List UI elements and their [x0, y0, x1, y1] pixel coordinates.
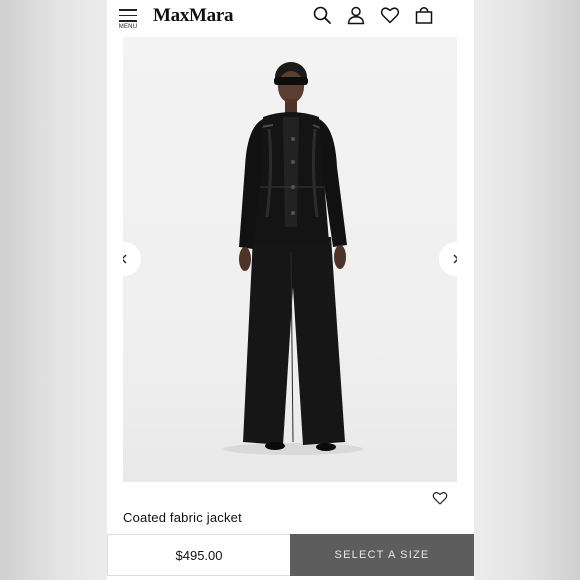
purchase-bar: $495.00 SELECT A SIZE — [107, 534, 474, 576]
hamburger-icon-line — [119, 14, 137, 16]
wishlist-icon[interactable] — [380, 5, 400, 25]
product-page: MENU MaxMara Coated fabric jacket $495.0… — [107, 0, 474, 580]
account-icon[interactable] — [346, 5, 366, 25]
heart-outline-icon — [432, 491, 448, 505]
site-header: MENU MaxMara — [107, 0, 474, 34]
menu-button[interactable]: MENU — [117, 9, 139, 33]
hamburger-icon — [119, 9, 137, 11]
add-to-wishlist-button[interactable] — [432, 490, 448, 506]
brand-logo[interactable]: MaxMara — [153, 5, 234, 27]
chevron-right-icon — [453, 254, 457, 264]
search-icon[interactable] — [312, 5, 332, 25]
shopping-bag-icon[interactable] — [414, 5, 434, 25]
product-price: $495.00 — [107, 534, 290, 576]
product-name: Coated fabric jacket — [123, 510, 242, 525]
model-photo — [223, 62, 363, 455]
product-image[interactable] — [123, 37, 457, 482]
chevron-left-icon — [123, 254, 127, 264]
select-size-button[interactable]: SELECT A SIZE — [290, 534, 474, 576]
hamburger-icon-line — [119, 20, 137, 22]
menu-label: MENU — [118, 24, 138, 30]
